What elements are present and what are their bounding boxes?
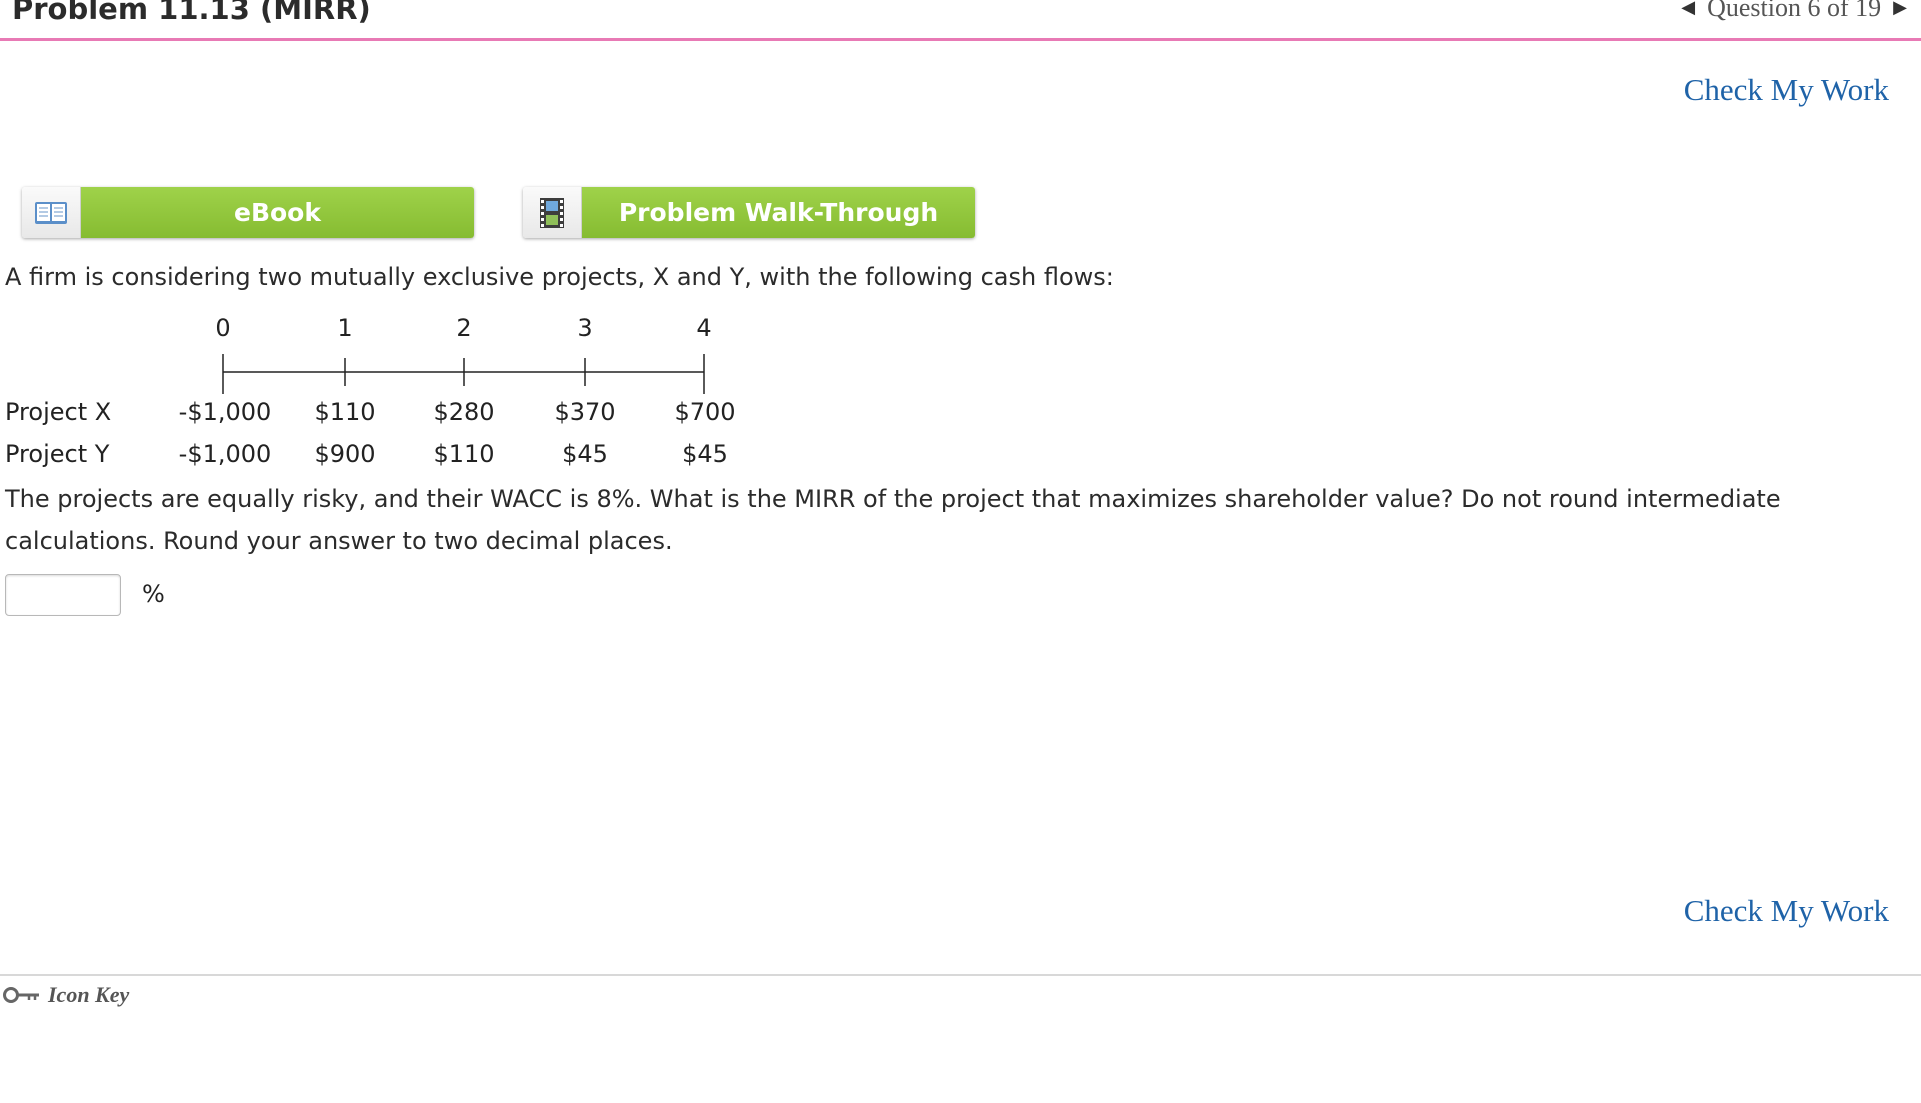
question-counter: Question 6 of 19: [1707, 0, 1882, 22]
cash-flow-timeline: [222, 354, 705, 394]
ebook-button[interactable]: eBook: [22, 187, 474, 238]
key-icon: [3, 987, 39, 1003]
problem-walkthrough-button[interactable]: Problem Walk-Through: [523, 187, 975, 238]
check-my-work-link-bottom[interactable]: Check My Work: [1684, 893, 1889, 929]
project-x-cf-1: $110: [314, 398, 376, 426]
timeline-period-3: 3: [577, 314, 593, 342]
project-y-cf-0: -$1,000: [178, 440, 272, 468]
mirr-answer-input[interactable]: [5, 574, 121, 616]
project-x-cf-3: $370: [554, 398, 616, 426]
question-text: The projects are equally risky, and thei…: [5, 485, 1781, 555]
timeline-period-2: 2: [456, 314, 472, 342]
project-x-label: Project X: [5, 398, 112, 426]
project-y-cf-4: $45: [682, 440, 728, 468]
film-strip-icon: [523, 187, 582, 238]
project-x-cf-0: -$1,000: [178, 398, 272, 426]
previous-question-icon[interactable]: ◀: [1681, 0, 1695, 18]
book-icon: [22, 187, 81, 238]
ebook-label: eBook: [81, 187, 474, 238]
footer-divider: [0, 974, 1921, 976]
header-bar: Problem 11.13 (MIRR) ◀ Question 6 of 19 …: [0, 0, 1921, 41]
next-question-icon[interactable]: ▶: [1893, 0, 1907, 18]
percent-unit-label: %: [142, 580, 165, 608]
question-navigator: ◀ Question 6 of 19 ▶: [1681, 0, 1907, 23]
project-x-cf-2: $280: [433, 398, 495, 426]
walkthrough-label: Problem Walk-Through: [582, 187, 975, 238]
project-y-label: Project Y: [5, 440, 110, 468]
timeline-period-4: 4: [696, 314, 712, 342]
check-my-work-link-top[interactable]: Check My Work: [1684, 72, 1889, 108]
project-y-cf-2: $110: [433, 440, 495, 468]
problem-intro: A firm is considering two mutually exclu…: [5, 263, 1114, 291]
page-title: Problem 11.13 (MIRR): [12, 0, 371, 26]
assignment-page: Problem 11.13 (MIRR) ◀ Question 6 of 19 …: [0, 0, 1921, 1103]
project-y-cf-1: $900: [314, 440, 376, 468]
icon-key-label: Icon Key: [48, 982, 130, 1007]
icon-key-link[interactable]: Icon Key: [2, 982, 129, 1008]
project-y-cf-3: $45: [562, 440, 608, 468]
project-x-cf-4: $700: [674, 398, 736, 426]
timeline-period-0: 0: [215, 314, 231, 342]
timeline-period-1: 1: [337, 314, 353, 342]
